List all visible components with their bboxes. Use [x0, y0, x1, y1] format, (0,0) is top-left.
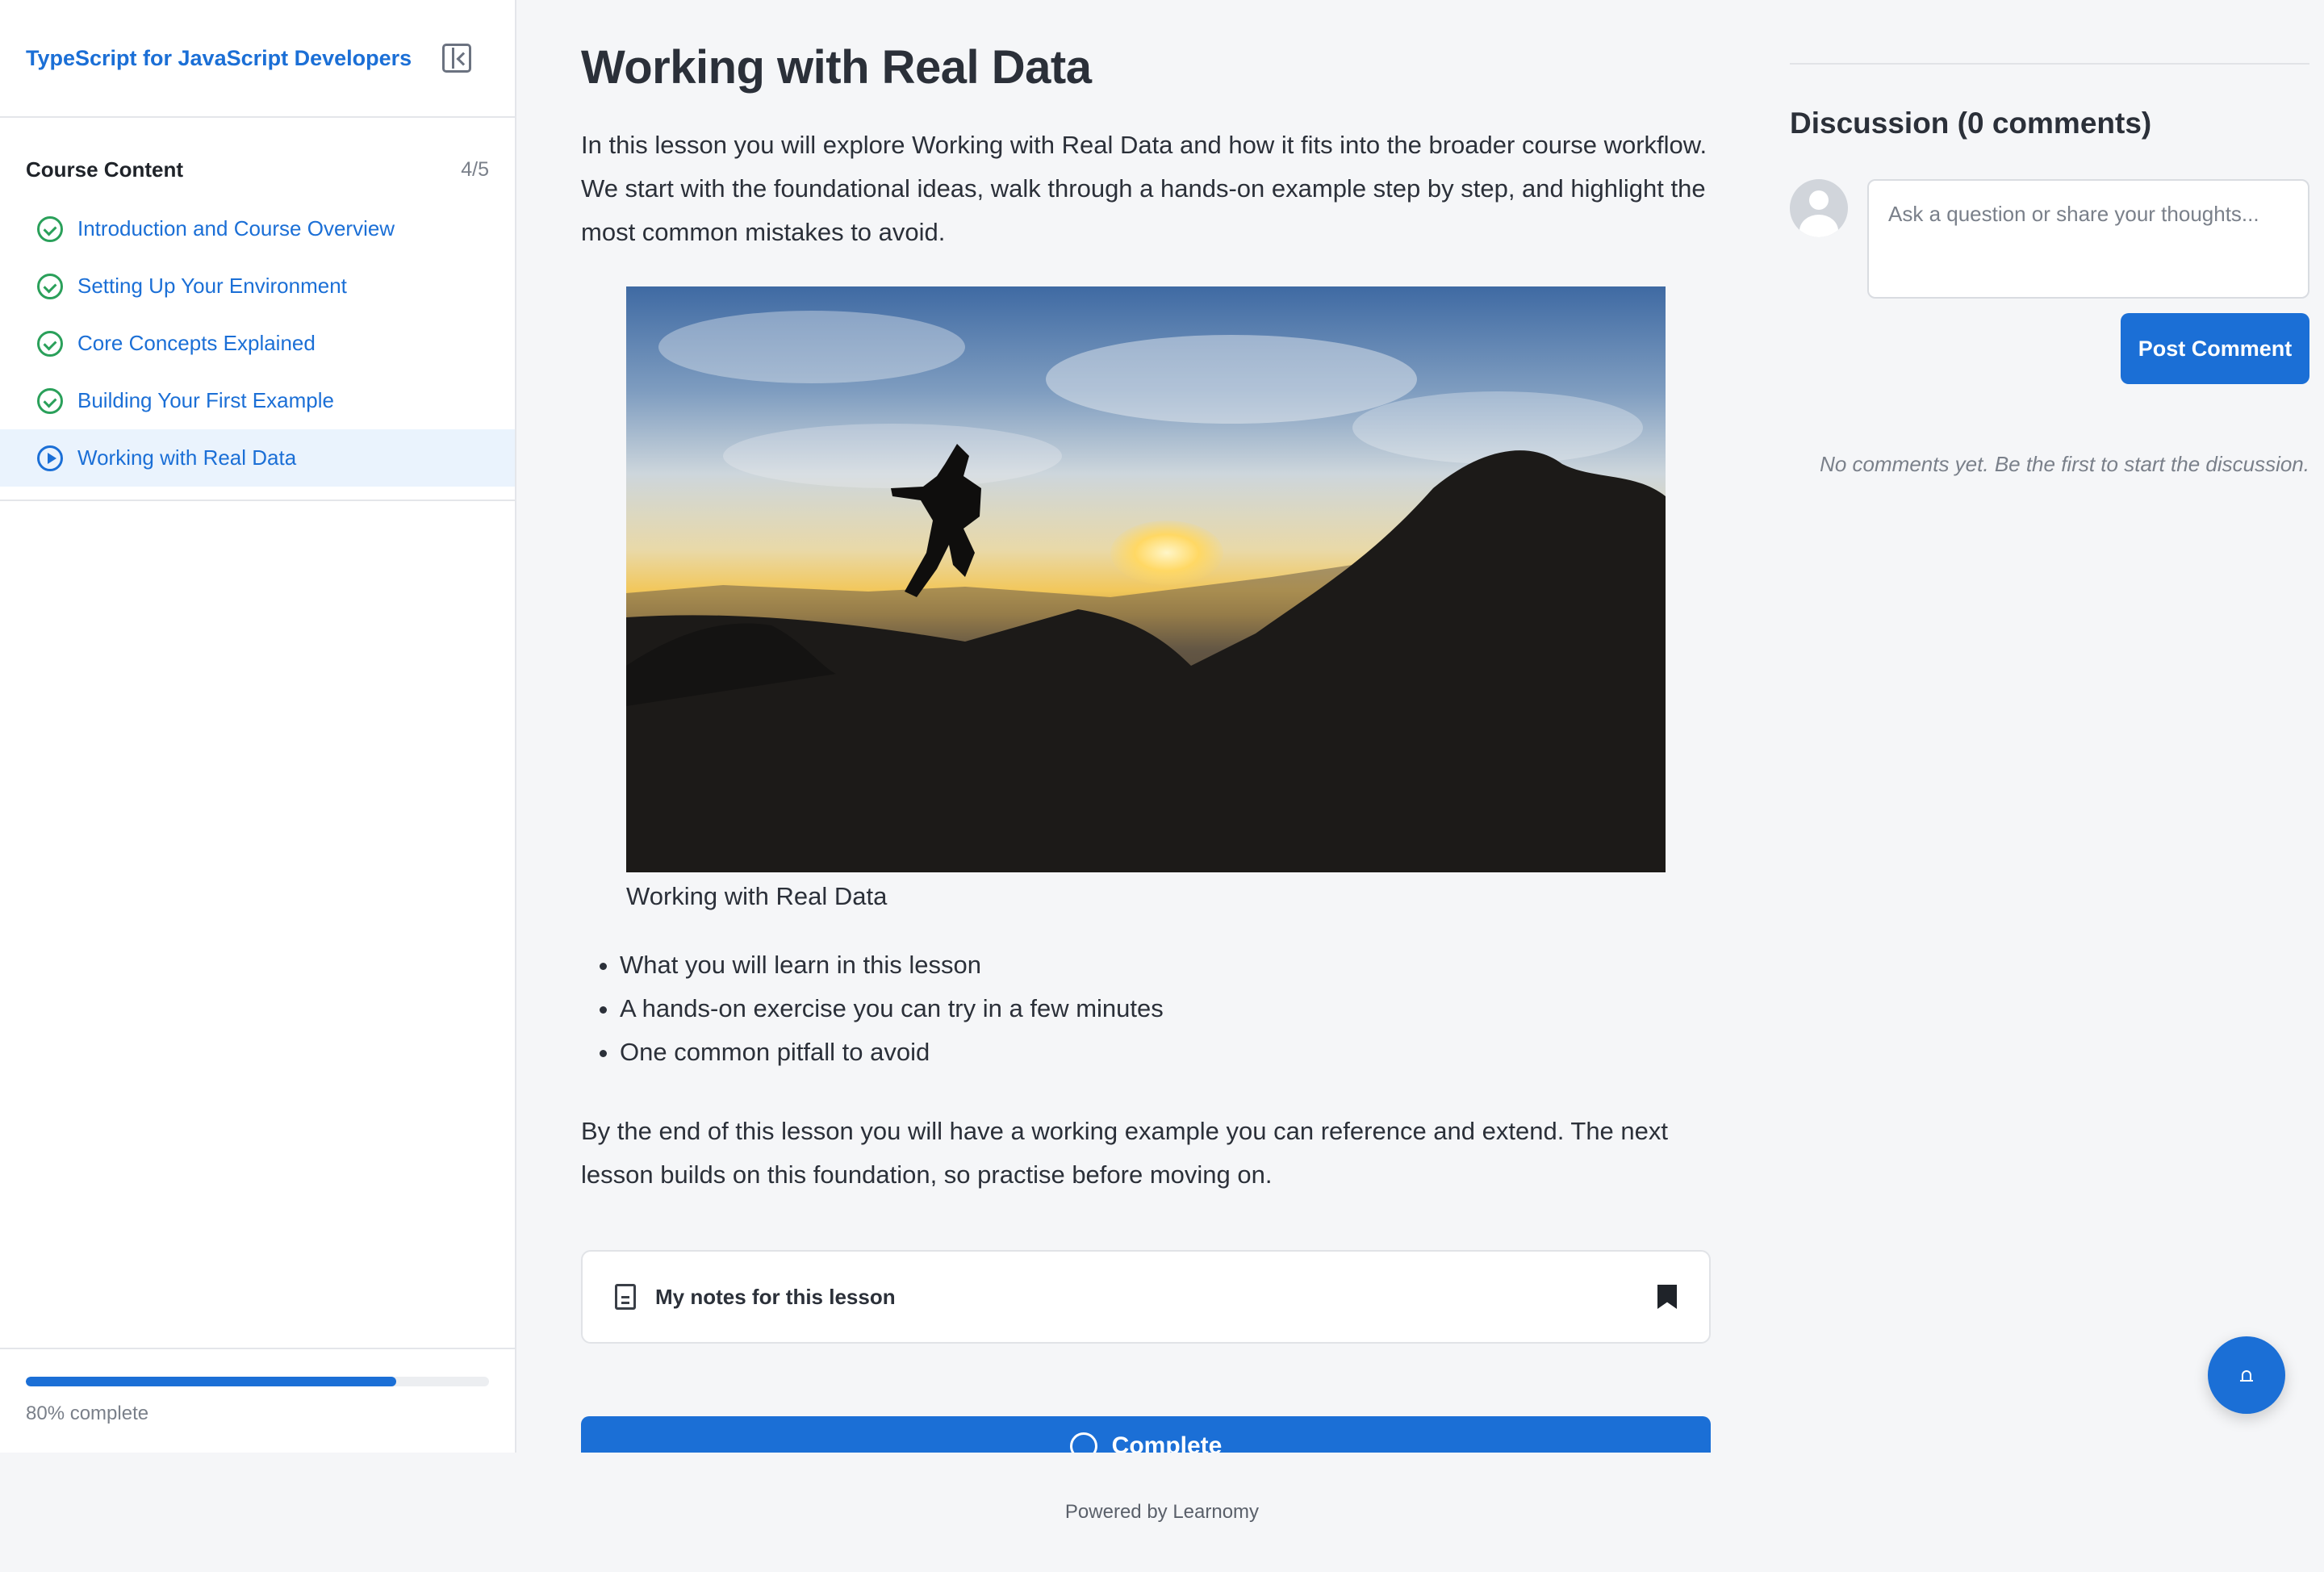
- bullet-item: A hands-on exercise you can try in a few…: [620, 987, 1711, 1031]
- powered-by-text: Powered by Learnomy: [1064, 1501, 1260, 1523]
- lesson-count: 4/5: [461, 157, 489, 181]
- sidebar-header: TypeScript for JavaScript Developers: [0, 0, 515, 118]
- sidebar-collapse-icon[interactable]: [442, 44, 471, 73]
- document-icon: [615, 1284, 636, 1310]
- comment-form: [1790, 179, 2309, 299]
- lesson-closing: By the end of this lesson you will have …: [581, 1117, 1669, 1189]
- progress-bar: [26, 1377, 489, 1386]
- bookmark-icon[interactable]: [1657, 1285, 1677, 1309]
- lesson-label: Setting Up Your Environment: [77, 274, 347, 298]
- sidebar: TypeScript for JavaScript Developers Cou…: [0, 0, 516, 1453]
- progress-bar-fill: [26, 1377, 397, 1386]
- lesson-item-real-data[interactable]: Working with Real Data: [0, 429, 515, 487]
- bell-icon: [2240, 1370, 2253, 1382]
- lesson-label: Core Concepts Explained: [77, 331, 316, 355]
- check-circle-icon: [37, 387, 63, 414]
- play-circle-icon: [37, 445, 63, 471]
- lesson-item-first-example[interactable]: Building Your First Example: [0, 372, 515, 429]
- post-comment-button[interactable]: Post Comment: [2121, 313, 2309, 384]
- lesson-bullets: What you will learn in this lesson A han…: [581, 943, 1711, 1074]
- progress-section: 80% complete: [0, 1348, 515, 1453]
- image-caption: Working with Real Data: [626, 882, 888, 910]
- notifications-fab-button[interactable]: [2208, 1336, 2285, 1414]
- page-footer: Powered by Learnomy: [0, 1453, 2324, 1572]
- course-content-header: Course Content 4/5: [0, 153, 515, 186]
- bullet-item: What you will learn in this lesson: [620, 943, 1711, 987]
- bullet-item: One common pitfall to avoid: [620, 1031, 1711, 1074]
- avatar: [1790, 179, 1848, 237]
- lesson-item-core-concepts[interactable]: Core Concepts Explained: [0, 315, 515, 372]
- lesson-notes-panel[interactable]: My notes for this lesson: [581, 1250, 1711, 1344]
- lesson-label: Building Your First Example: [77, 388, 334, 412]
- complete-button[interactable]: Complete: [581, 1416, 1711, 1453]
- discussion-panel: Discussion (0 comments) Post Comment No …: [1790, 63, 2309, 477]
- empty-comments-text: No comments yet. Be the first to start t…: [1820, 452, 2309, 476]
- lesson-label: Working with Real Data: [77, 445, 297, 470]
- discussion-title: Discussion (0 comments): [1790, 107, 2152, 140]
- lesson-figure: Working with Real Data: [626, 286, 1666, 911]
- course-title-link[interactable]: TypeScript for JavaScript Developers: [26, 46, 412, 71]
- comment-input[interactable]: [1867, 179, 2309, 299]
- lesson-content: Working with Real Data In this lesson yo…: [581, 0, 1711, 1344]
- check-circle-icon: [37, 330, 63, 357]
- notes-label: My notes for this lesson: [655, 1284, 896, 1309]
- progress-text: 80% complete: [26, 1403, 149, 1424]
- course-content-label: Course Content: [26, 157, 183, 182]
- check-circle-icon: [37, 273, 63, 299]
- lesson-hero-image: [626, 286, 1666, 872]
- complete-label: Complete: [1111, 1432, 1223, 1453]
- page-title: Working with Real Data: [581, 41, 1092, 94]
- check-circle-icon: [37, 215, 63, 242]
- lesson-item-setup[interactable]: Setting Up Your Environment: [0, 257, 515, 315]
- lesson-intro: In this lesson you will explore Working …: [581, 131, 1707, 246]
- lesson-item-introduction[interactable]: Introduction and Course Overview: [0, 200, 515, 257]
- check-circle-icon: [1069, 1432, 1097, 1453]
- lesson-label: Introduction and Course Overview: [77, 216, 395, 240]
- lesson-list: Introduction and Course Overview Setting…: [0, 200, 515, 501]
